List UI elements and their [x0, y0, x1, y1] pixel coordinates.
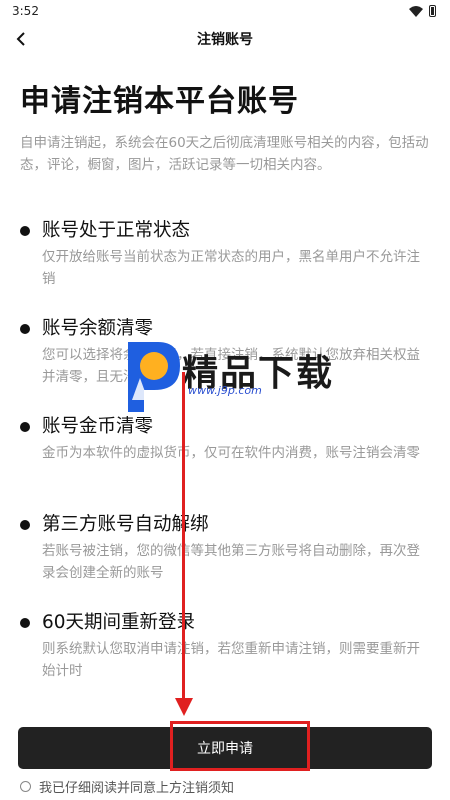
requirement-desc: 则系统默认您取消申请注销，若您重新申请注销，则需要重新开始计时 — [42, 641, 420, 679]
annotation-arrow-head — [175, 698, 193, 716]
requirement-heading: 账号金币清零 — [42, 416, 154, 437]
bullet-icon — [20, 422, 30, 432]
back-button[interactable] — [10, 28, 32, 50]
requirement-heading: 60天期间重新登录 — [42, 612, 196, 633]
requirement-desc: 金币为本软件的虚拟货币，仅可在软件内消费，账号注销会清零 — [42, 445, 420, 461]
status-time: 3:52 — [12, 4, 39, 18]
requirement-heading: 账号余额清零 — [42, 318, 154, 339]
requirement-heading: 账号处于正常状态 — [42, 220, 191, 241]
annotation-arrow-line — [182, 372, 185, 702]
status-icons — [409, 5, 436, 17]
bullet-icon — [20, 226, 30, 236]
agree-radio[interactable] — [20, 781, 31, 792]
intro-text: 自申请注销起，系统会在60天之后彻底清理账号相关的内容，包括动态，评论，橱窗，图… — [20, 135, 429, 173]
battery-icon — [429, 5, 436, 17]
status-bar: 3:52 — [0, 0, 450, 22]
requirement-desc: 您可以选择将余额提现，若直接注销，系统默认您放弃相关权益并清零，且无法恢复 — [42, 347, 420, 385]
requirement-desc: 若账号被注销，您的微信等其他第三方账号将自动删除，再次登录会创建全新的账号 — [42, 543, 420, 581]
apply-button[interactable]: 立即申请 — [18, 727, 432, 769]
agree-label: 我已仔细阅读并同意上方注销须知 — [39, 781, 235, 796]
chevron-left-icon — [16, 32, 25, 46]
nav-title: 注销账号 — [197, 32, 253, 48]
bullet-icon — [20, 324, 30, 334]
page-title: 申请注销本平台账号 — [20, 84, 299, 119]
agree-checkbox-row[interactable]: 我已仔细阅读并同意上方注销须知 — [20, 777, 234, 796]
bullet-icon — [20, 618, 30, 628]
nav-bar: 注销账号 — [0, 22, 450, 56]
wifi-icon — [409, 6, 423, 17]
requirement-desc: 仅开放给账号当前状态为正常状态的用户，黑名单用户不允许注销 — [42, 249, 420, 287]
bullet-icon — [20, 520, 30, 530]
